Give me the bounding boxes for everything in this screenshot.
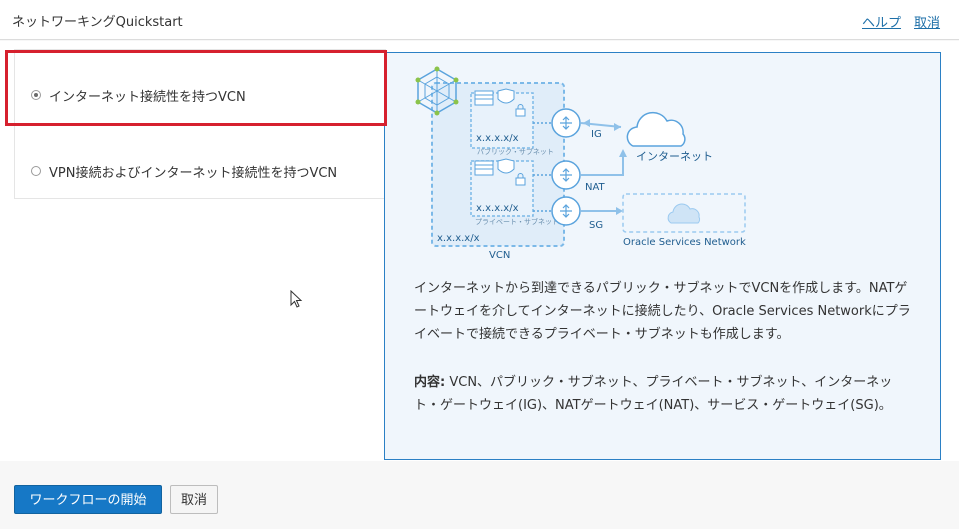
nat-label: NAT bbox=[585, 182, 606, 193]
option-description: インターネットから到達できるパブリック・サブネットでVCNを作成します。NATゲ… bbox=[414, 281, 911, 342]
service-gateway-icon bbox=[551, 196, 581, 226]
dialog-footer: ワークフローの開始 取消 bbox=[0, 461, 959, 529]
ig-label: IG bbox=[591, 129, 602, 140]
internet-label: インターネット bbox=[636, 150, 713, 163]
radio-vcn-vpn-internet[interactable] bbox=[31, 166, 41, 176]
osn-label: Oracle Services Network bbox=[623, 237, 746, 248]
dialog-title: ネットワーキングQuickstart bbox=[12, 15, 183, 30]
header-cancel-link[interactable]: 取消 bbox=[914, 12, 940, 31]
nat-gateway-icon bbox=[551, 160, 581, 190]
server-icon bbox=[474, 160, 494, 176]
sg-label: SG bbox=[589, 220, 603, 231]
option-vcn-internet[interactable]: インターネット接続性を持つVCN bbox=[15, 50, 387, 125]
dialog-content: インターネット接続性を持つVCN VPN接続およびインターネット接続性を持つVC… bbox=[0, 41, 959, 461]
public-subnet-cidr: x.x.x.x/x bbox=[476, 133, 519, 144]
vcn-label: VCN bbox=[489, 250, 510, 261]
public-subnet-label: パブリック・サブネット bbox=[477, 147, 554, 156]
option-contents: 内容: VCN、パブリック・サブネット、プライベート・サブネット、インターネット… bbox=[414, 371, 914, 417]
vcn-cidr: x.x.x.x/x bbox=[437, 233, 480, 244]
help-link[interactable]: ヘルプ bbox=[862, 12, 901, 31]
option-detail-panel: x.x.x.x/x パブリック・サブネット x.x.x.x/x プライベート・サ… bbox=[384, 52, 941, 460]
option-label: VPN接続およびインターネット接続性を持つVCN bbox=[49, 166, 338, 181]
radio-vcn-internet[interactable] bbox=[31, 90, 41, 100]
security-list-icon bbox=[497, 88, 515, 104]
dialog-header: ネットワーキングQuickstart ヘルプ 取消 bbox=[0, 0, 959, 40]
server-icon bbox=[474, 90, 494, 106]
private-subnet-label: プライベート・サブネット bbox=[475, 217, 559, 226]
option-label: インターネット接続性を持つVCN bbox=[49, 90, 246, 105]
security-list-icon bbox=[497, 158, 515, 174]
private-subnet-cidr: x.x.x.x/x bbox=[476, 203, 519, 214]
contents-text: VCN、パブリック・サブネット、プライベート・サブネット、インターネット・ゲート… bbox=[414, 375, 893, 413]
start-workflow-button[interactable]: ワークフローの開始 bbox=[14, 485, 162, 514]
internet-gateway-icon bbox=[551, 108, 581, 138]
quickstart-dialog: ネットワーキングQuickstart ヘルプ 取消 インターネット接続性を持つV… bbox=[0, 0, 959, 529]
contents-label: 内容: bbox=[414, 375, 446, 390]
internet-cloud-icon bbox=[626, 111, 686, 147]
vcn-option-list: インターネット接続性を持つVCN VPN接続およびインターネット接続性を持つVC… bbox=[14, 49, 387, 200]
option-vcn-vpn-internet[interactable]: VPN接続およびインターネット接続性を持つVCN bbox=[15, 125, 387, 200]
mouse-cursor-icon bbox=[290, 290, 303, 308]
cancel-button[interactable]: 取消 bbox=[170, 485, 218, 514]
network-diagram: x.x.x.x/x パブリック・サブネット x.x.x.x/x プライベート・サ… bbox=[415, 66, 746, 261]
